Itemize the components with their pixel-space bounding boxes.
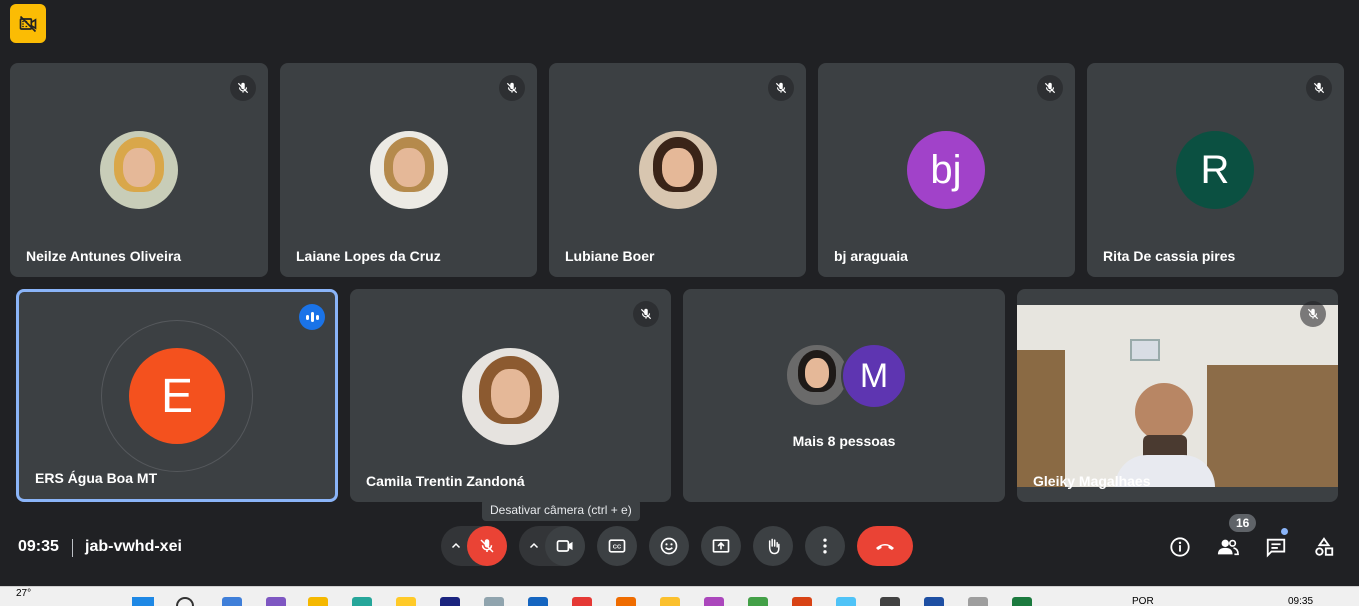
chevron-up-icon [451,542,461,549]
participant-name: Camila Trentin Zandoná [366,473,525,489]
taskbar-app-icon[interactable] [792,597,812,606]
taskbar-app-icon[interactable] [1012,597,1032,606]
participant-name: Neilze Antunes Oliveira [26,248,182,264]
avatar [370,131,448,209]
leave-call-button[interactable] [857,526,913,566]
mic-off-icon [768,75,794,101]
avatar: M [841,343,907,409]
search-icon[interactable] [176,597,194,606]
raise-hand-button[interactable] [753,526,793,566]
taskbar-app-icon[interactable] [308,597,328,606]
participant-tile-speaking[interactable]: E ERS Água Boa MT [16,289,338,502]
taskbar-app-icon[interactable] [704,597,724,606]
meeting-details-button[interactable] [1167,534,1193,560]
participant-name: Gleiky Magalhaes [1033,473,1151,489]
people-icon [1217,539,1239,556]
participant-tile[interactable]: Camila Trentin Zandoná [350,289,671,502]
camera-toggle-button[interactable] [545,526,585,566]
avatar [462,348,559,445]
participant-name: Rita De cassia pires [1103,248,1236,264]
participant-tile[interactable]: Neilze Antunes Oliveira [10,63,268,277]
taskbar-app-icon[interactable] [924,597,944,606]
svg-text:CC: CC [613,545,622,551]
chat-button[interactable] [1263,534,1289,560]
taskbar-app-icon[interactable] [968,597,988,606]
mic-off-icon [499,75,525,101]
avatar: R [1176,131,1254,209]
mic-off-icon [1300,301,1326,327]
weather-temperature: 27° [16,588,32,599]
taskbar-app-icon[interactable] [880,597,900,606]
taskbar-app-icon[interactable] [222,597,242,606]
speaking-indicator-icon [299,304,325,330]
system-clock[interactable]: 09:35 [1288,596,1313,606]
mic-off-icon [1037,75,1063,101]
more-vert-icon [823,538,827,554]
mic-toggle-button[interactable] [467,526,507,566]
windows-start-icon[interactable] [132,597,154,606]
participant-tile[interactable]: bj bj araguaia [818,63,1075,277]
emoji-icon [660,537,678,555]
people-button[interactable] [1215,534,1241,560]
mic-off-icon [480,539,494,553]
raise-hand-icon [768,538,780,555]
more-options-button[interactable] [805,526,845,566]
avatar [785,343,849,407]
os-taskbar: 27° POR 09:35 [0,586,1359,606]
taskbar-app-icon[interactable] [616,597,636,606]
more-people-tile[interactable]: M Mais 8 pessoas [683,289,1005,502]
more-people-label: Mais 8 pessoas [792,433,896,449]
participant-name: bj araguaia [834,248,908,264]
keyboard-language[interactable]: POR [1132,596,1154,606]
participant-name: Lubiane Boer [565,248,655,264]
meeting-time: 09:35 [18,538,59,555]
taskbar-app-icon[interactable] [440,597,460,606]
taskbar-app-icon[interactable] [836,597,856,606]
avatar: E [129,348,225,444]
mic-off-icon [230,75,256,101]
taskbar-app-icon[interactable] [352,597,372,606]
camera-off-icon [19,15,37,32]
taskbar-app-icon[interactable] [748,597,768,606]
captions-button[interactable]: CC [597,526,637,566]
taskbar-app-icon[interactable] [484,597,504,606]
activities-icon [1315,537,1334,556]
participant-name: Laiane Lopes da Cruz [296,248,441,264]
meeting-code: jab-vwhd-xei [85,538,182,555]
participants-count-badge: 16 [1229,514,1257,532]
mic-off-icon [633,301,659,327]
camera-off-badge[interactable] [10,4,46,43]
control-bar: 09:35 jab-vwhd-xei CC 16 [0,510,1359,585]
participant-tile[interactable]: Gleiky Magalhaes [1017,289,1338,502]
call-end-icon [876,544,894,550]
participant-tile[interactable]: R Rita De cassia pires [1087,63,1344,277]
chat-icon [1266,538,1286,558]
info-icon [1170,537,1190,557]
taskbar-app-icon[interactable] [528,597,548,606]
present-button[interactable] [701,526,741,566]
mic-off-icon [1306,75,1332,101]
avatar [639,131,717,209]
chevron-up-icon [529,542,539,549]
taskbar-app-icon[interactable] [660,597,680,606]
participant-tile[interactable]: Lubiane Boer [549,63,806,277]
closed-captions-icon: CC [608,539,626,553]
present-screen-icon [712,539,730,553]
activities-button[interactable] [1311,534,1337,560]
taskbar-app-icon[interactable] [572,597,592,606]
videocam-icon [556,540,573,552]
taskbar-app-icon[interactable] [396,597,416,606]
taskbar-app-icon[interactable] [266,597,286,606]
participant-tile[interactable]: Laiane Lopes da Cruz [280,63,537,277]
participant-video [1017,305,1338,487]
avatar: bj [907,131,985,209]
avatar [100,131,178,209]
divider [72,539,73,557]
participant-name: ERS Água Boa MT [35,470,158,486]
reactions-button[interactable] [649,526,689,566]
